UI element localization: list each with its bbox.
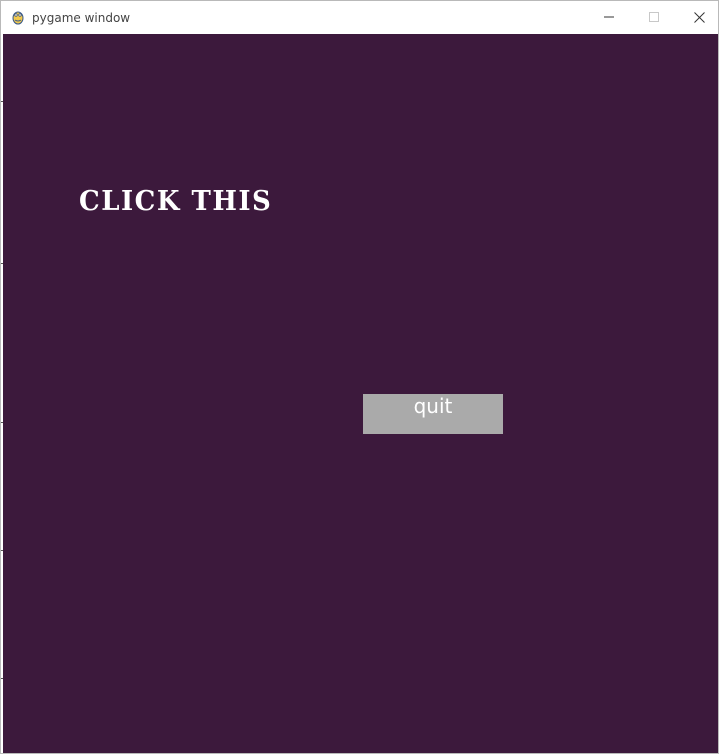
window-title: pygame window (32, 11, 131, 25)
click-this-heading[interactable]: CLICK THIS (79, 186, 272, 218)
edge-mark (1, 678, 3, 679)
edge-mark (1, 101, 3, 102)
minimize-button[interactable] (586, 1, 632, 33)
edge-mark (1, 422, 3, 423)
pygame-snake-icon (10, 9, 26, 25)
minimize-icon (604, 12, 614, 22)
maximize-icon (649, 12, 659, 22)
title-bar[interactable]: pygame window (1, 1, 718, 33)
pygame-window: pygame window CLICK THIS quit (0, 0, 719, 754)
close-icon (693, 11, 705, 23)
maximize-button[interactable] (631, 1, 677, 33)
quit-button[interactable]: quit (363, 394, 503, 434)
game-canvas[interactable]: CLICK THIS quit (3, 34, 718, 753)
edge-mark (1, 550, 3, 551)
edge-mark (1, 263, 3, 264)
close-button[interactable] (676, 1, 718, 33)
